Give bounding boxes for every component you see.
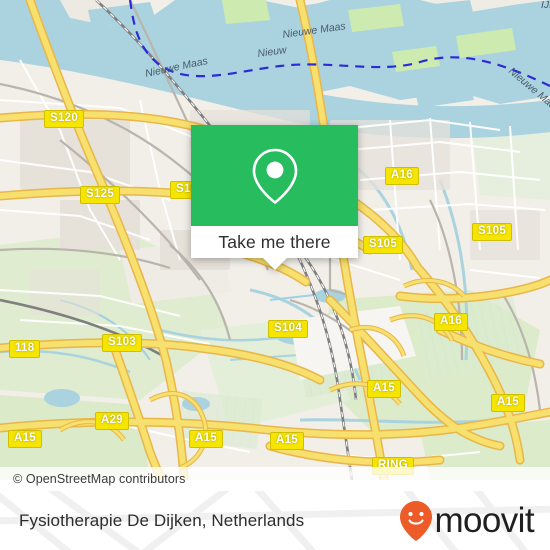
osm-attribution-text[interactable]: © OpenStreetMap contributors: [13, 472, 186, 486]
road-shield: A29: [95, 412, 129, 431]
footer-bar: Fysiotherapie De Dijken, Netherlands moo…: [0, 491, 550, 550]
road-shield: A16: [434, 313, 468, 332]
road-shield: A15: [367, 380, 401, 399]
map-pin-icon: [252, 148, 297, 204]
take-me-there-label: Take me there: [218, 231, 331, 252]
road-shield: S120: [44, 110, 85, 129]
road-shield: S105: [472, 223, 513, 242]
moovit-wordmark: moovit: [434, 501, 535, 540]
road-shield: S105: [363, 236, 404, 255]
card-action-bar[interactable]: Take me there: [191, 226, 358, 258]
road-shield: 118: [9, 340, 41, 359]
road-shield: A16: [385, 167, 419, 186]
take-me-there-card[interactable]: Take me there: [191, 125, 358, 270]
road-shield: A15: [491, 394, 525, 413]
moovit-smiley-pin-icon: [399, 500, 432, 541]
place-title: Fysiotherapie De Dijken, Netherlands: [19, 510, 305, 530]
osm-attribution-bar: © OpenStreetMap contributors: [0, 467, 550, 491]
screenshot-root: Nieuwe Maas Nieuwe Maas Nieuw Nieuwe Maas IJ…: [0, 0, 550, 550]
road-shield: S104: [268, 320, 309, 339]
card-image-area: [191, 125, 358, 226]
road-shield: A15: [270, 432, 304, 451]
road-shield: A15: [189, 430, 223, 449]
road-shield: S103: [102, 334, 143, 353]
card-pointer-tail: [262, 258, 287, 270]
road-shield: S125: [80, 186, 121, 205]
moovit-logo[interactable]: moovit: [399, 500, 535, 542]
road-shield: A15: [8, 430, 42, 449]
